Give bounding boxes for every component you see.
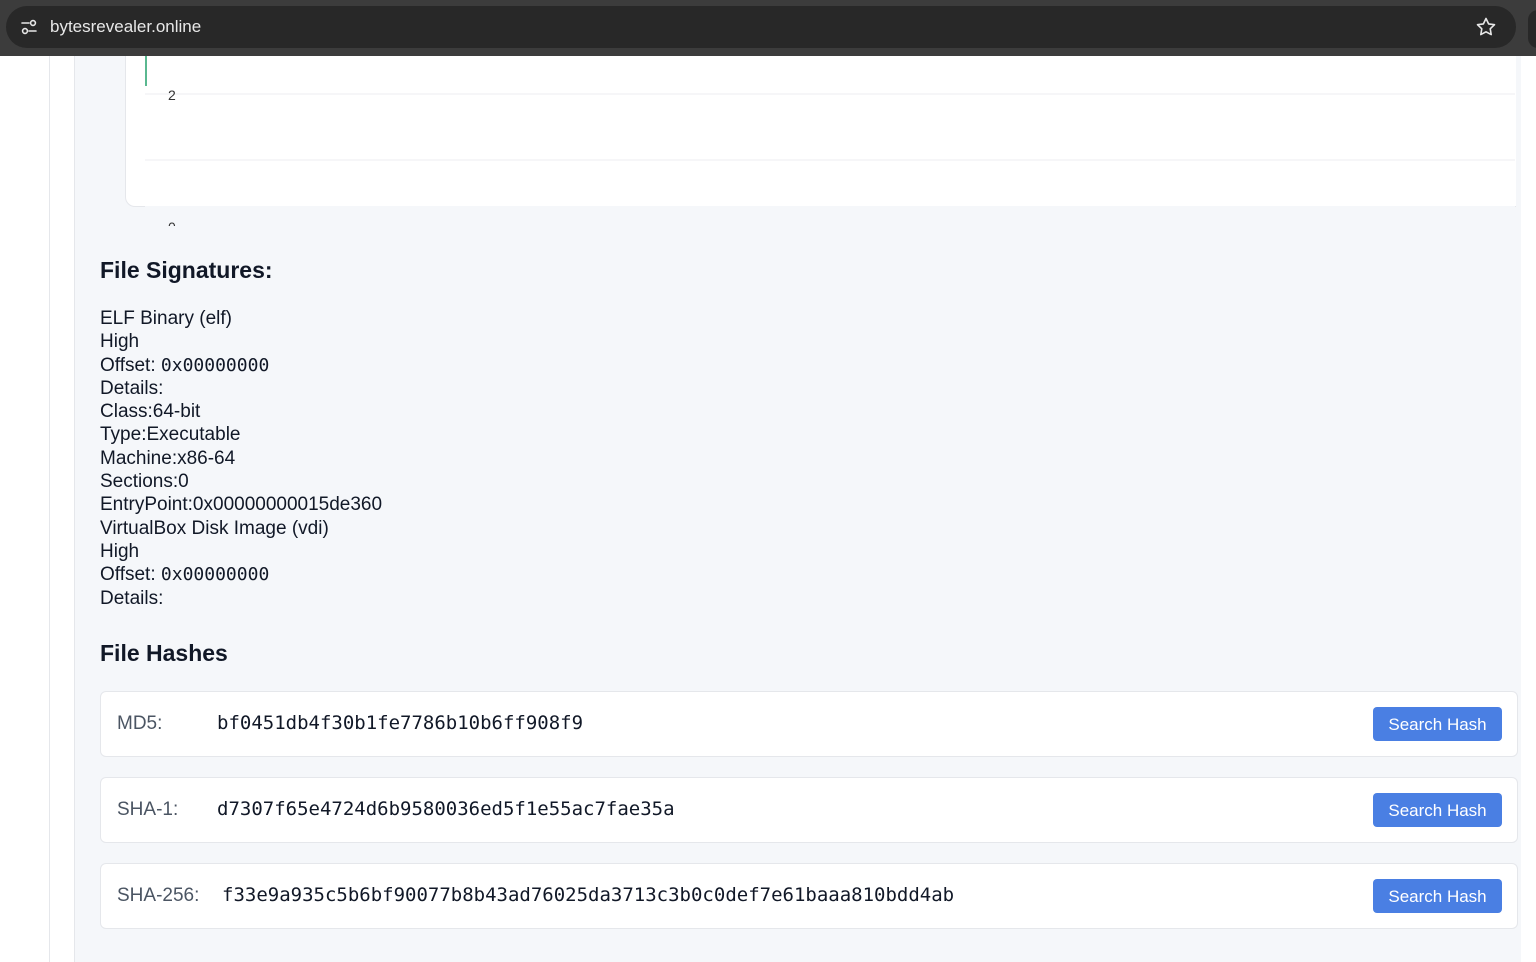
- hash-row-sha256: SHA-256: f33e9a935c5b6bf90077b8b43ad7602…: [100, 863, 1518, 929]
- signature-detail: EntryPoint:0x00000000015de360: [100, 494, 383, 516]
- hashes-title: File Hashes: [100, 640, 228, 666]
- signatures-title: File Signatures:: [100, 257, 273, 283]
- url-text[interactable]: bytesrevealer.online: [50, 17, 201, 37]
- hash-value: d7307f65e4724d6b9580036ed5f1e55ac7fae35a: [217, 798, 675, 820]
- layout-rail: [49, 56, 50, 962]
- hash-label: SHA-1:: [117, 799, 179, 820]
- y-tick-label: 0: [168, 219, 176, 226]
- hash-row-md5: MD5: bf0451db4f30b1fe7786b10b6ff908f9 Se…: [100, 691, 1518, 757]
- signature-list: ELF Binary (elf) High Offset: 0x00000000…: [100, 307, 382, 610]
- analysis-panel: 2 0 File Signatures: ELF Binary (elf) Hi…: [74, 56, 1521, 962]
- y-tick-label: 2: [168, 87, 176, 103]
- hash-label: MD5:: [117, 713, 163, 734]
- signature-name: ELF Binary (elf): [100, 308, 232, 329]
- search-hash-button[interactable]: Search Hash: [1373, 707, 1502, 741]
- signature-offset: Offset: 0x00000000: [100, 563, 382, 586]
- signature-detail: Machine:x86-64: [100, 447, 236, 469]
- hash-value: f33e9a935c5b6bf90077b8b43ad76025da3713c3…: [222, 884, 955, 906]
- signature-confidence: High: [100, 331, 140, 353]
- signature-detail: Sections:0: [100, 471, 189, 493]
- hash-value: bf0451db4f30b1fe7786b10b6ff908f9: [217, 712, 584, 734]
- search-hash-button[interactable]: Search Hash: [1373, 879, 1502, 913]
- chart-plot-bottom: [145, 206, 1515, 226]
- offset-label: Offset:: [100, 354, 161, 376]
- signature-name: VirtualBox Disk Image (vdi): [100, 517, 329, 539]
- address-bar[interactable]: bytesrevealer.online: [6, 6, 1516, 48]
- signature-detail: Type:Executable: [100, 424, 241, 446]
- entropy-chart: 2 0: [145, 56, 1515, 226]
- signature-detail: Class:64-bit: [100, 401, 201, 423]
- offset-value: 0x00000000: [160, 564, 270, 586]
- side-panel-edge: [1528, 10, 1536, 48]
- hash-label: SHA-256:: [117, 885, 200, 906]
- offset-value: 0x00000000: [160, 354, 270, 376]
- page-viewport: 2 0 File Signatures: ELF Binary (elf) Hi…: [0, 56, 1536, 962]
- bookmark-star-icon[interactable]: [1474, 15, 1498, 39]
- search-hash-button[interactable]: Search Hash: [1373, 793, 1502, 827]
- browser-toolbar: bytesrevealer.online: [0, 0, 1536, 56]
- signature-confidence: High: [100, 540, 140, 562]
- signature-details-label: Details:: [100, 377, 164, 399]
- site-settings-icon[interactable]: [18, 16, 40, 38]
- signature-details-label: Details:: [100, 587, 164, 609]
- offset-label: Offset:: [100, 564, 161, 586]
- hash-row-sha1: SHA-1: d7307f65e4724d6b9580036ed5f1e55ac…: [100, 777, 1518, 843]
- signature-offset: Offset: 0x00000000: [100, 354, 382, 377]
